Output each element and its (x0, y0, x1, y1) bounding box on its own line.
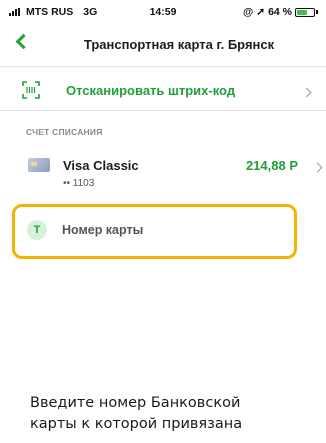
bank-card-icon (28, 158, 50, 172)
battery-icon (295, 7, 315, 17)
instruction-text: Введите номер Банковской карты к которой… (30, 393, 310, 435)
card-number-input[interactable] (62, 220, 262, 240)
divider (0, 66, 326, 67)
card-number-row: Т (0, 216, 326, 246)
status-bar: MTS RUS 3G 14:59 @ ➚ 64 % (0, 0, 326, 22)
debit-account-selector[interactable]: Visa Classic •• 1103 214,88 Р (0, 152, 326, 194)
chevron-right-icon (301, 87, 312, 98)
account-number: •• 1103 (63, 178, 95, 189)
account-name: Visa Classic (63, 158, 139, 173)
status-right: @ ➚ 64 % (243, 6, 318, 18)
scan-barcode-label: Отсканировать штрих-код (66, 83, 236, 98)
instruction-line-2: карты к которой привязана (30, 416, 243, 432)
nav-bar: Транспортная карта г. Брянск (0, 28, 326, 62)
instruction-line-1: Введите номер Банковской (30, 395, 241, 411)
back-chevron-icon[interactable] (15, 33, 32, 50)
section-header-debit-account: СЧЕТ СПИСАНИЯ (26, 127, 103, 137)
battery-percent: 64 % (268, 6, 292, 18)
barcode-scan-icon (22, 81, 40, 99)
card-number-badge: Т (27, 220, 47, 240)
account-balance: 214,88 Р (245, 158, 298, 173)
page-title: Транспортная карта г. Брянск (83, 37, 275, 52)
divider (0, 110, 326, 111)
alarm-icon: @ (243, 6, 254, 18)
location-icon: ➚ (256, 6, 266, 18)
battery-fill (297, 9, 307, 15)
scan-barcode-button[interactable]: Отсканировать штрих-код (0, 74, 326, 108)
battery-tip (316, 10, 318, 14)
chevron-right-icon (312, 162, 323, 173)
